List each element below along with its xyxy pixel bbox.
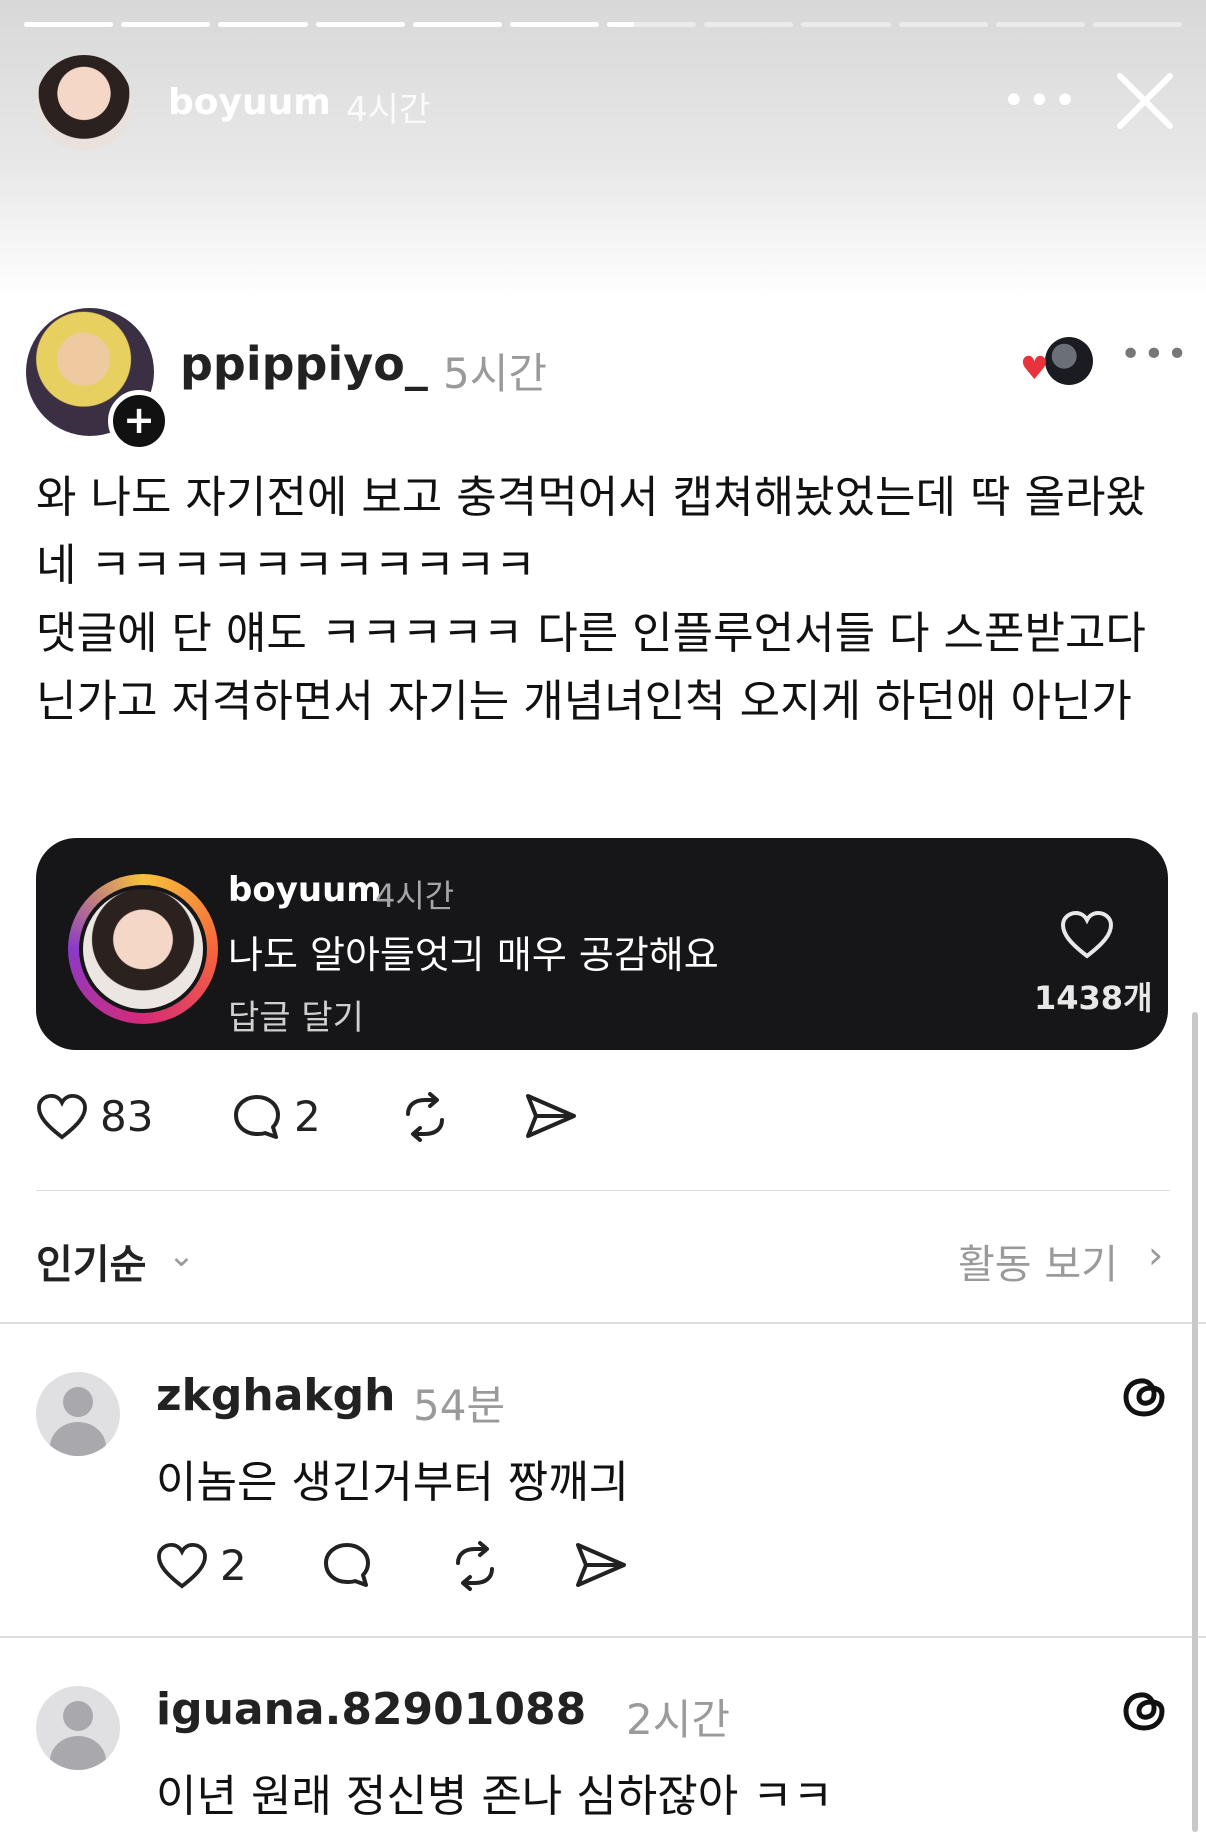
chevron-down-icon[interactable]: ⌄: [168, 1236, 195, 1274]
scrollbar[interactable]: [1192, 1012, 1198, 1832]
comment-username[interactable]: iguana.82901088: [156, 1684, 586, 1735]
story-progress-segment: [412, 22, 502, 27]
comment-time: 2시간: [626, 1695, 731, 1744]
story-progress-segment: [607, 22, 697, 27]
story-username[interactable]: boyuum: [168, 82, 331, 123]
comment-count: 2: [294, 1092, 321, 1141]
heart-icon: [157, 1542, 207, 1589]
like-button[interactable]: 83: [36, 1092, 153, 1141]
thread-author-username[interactable]: ppippiyo_: [180, 337, 428, 391]
heart-icon: [37, 1093, 87, 1140]
story-progress-segment: [1092, 22, 1183, 27]
story-progress-fill: [412, 22, 502, 27]
like-count: 2: [220, 1541, 247, 1590]
repost-icon: [456, 1541, 494, 1591]
story-avatar[interactable]: [36, 55, 132, 151]
quoted-username[interactable]: boyuum: [228, 870, 382, 910]
send-icon: [526, 1094, 576, 1138]
share-button[interactable]: [524, 1092, 578, 1140]
reply-button[interactable]: 답글 달기: [228, 990, 364, 1039]
comment-time: 54분: [413, 1381, 506, 1430]
story-progress-fill: [509, 22, 600, 27]
story-progress-bar: [24, 22, 1183, 28]
story-progress-fill: [607, 22, 634, 27]
comment-avatar[interactable]: [36, 1372, 120, 1456]
story-progress-segment: [801, 22, 891, 27]
story-progress-segment: [995, 22, 1085, 27]
heart-icon[interactable]: [1060, 910, 1114, 960]
liked-heart-icon: ♥: [1020, 349, 1049, 387]
share-button[interactable]: [574, 1541, 628, 1589]
thread-time: 5시간: [443, 349, 548, 398]
repost-icon: [406, 1092, 444, 1142]
thread-more-options-icon[interactable]: •••: [1120, 334, 1190, 375]
story-progress-segment: [898, 22, 988, 27]
quoted-time: 4시간: [375, 877, 455, 915]
view-activity-link[interactable]: 활동 보기: [958, 1232, 1118, 1290]
chevron-right-icon[interactable]: ›: [1148, 1233, 1163, 1277]
more-options-icon[interactable]: •••: [1002, 78, 1079, 124]
like-count: 83: [100, 1092, 154, 1141]
follow-plus-icon[interactable]: +: [108, 390, 170, 452]
thread-body-paragraph: 와 나도 자기전에 보고 충격먹어서 캡쳐해놨었는데 딱 올라왔네 ㅋㅋㅋㅋㅋㅋ…: [36, 472, 1146, 591]
story-progress-fill: [218, 22, 308, 27]
threads-logo-icon[interactable]: [1118, 1370, 1170, 1422]
comment-icon: [234, 1094, 280, 1139]
divider: [0, 1636, 1206, 1638]
send-icon: [576, 1543, 626, 1587]
comment-button[interactable]: [322, 1541, 372, 1589]
quoted-text: 나도 알아들엇긔 매우 공감해요: [228, 933, 719, 977]
quoted-like-count: 1438개: [1034, 979, 1153, 1017]
story-progress-segment: [509, 22, 600, 27]
threads-logo-icon[interactable]: [1118, 1684, 1170, 1736]
story-progress-segment: [24, 22, 114, 27]
story-header: [0, 0, 1206, 300]
sort-dropdown[interactable]: 인기순: [36, 1232, 146, 1290]
close-icon[interactable]: [1110, 66, 1180, 136]
story-progress-fill: [24, 22, 114, 27]
repost-button[interactable]: [398, 1092, 452, 1142]
story-time: 4시간: [346, 90, 431, 130]
story-progress-segment: [218, 22, 308, 27]
comment-button[interactable]: 2: [232, 1092, 321, 1141]
divider: [0, 1322, 1206, 1324]
liker-avatar[interactable]: [1045, 337, 1093, 385]
comment-avatar[interactable]: [36, 1686, 120, 1770]
comment-text: 이년 원래 정신병 존나 심하잖아 ㅋㅋ: [156, 1771, 834, 1822]
story-progress-fill: [121, 22, 211, 27]
like-button[interactable]: 2: [156, 1541, 247, 1590]
thread-body-paragraph: 댓글에 단 얘도 ㅋㅋㅋㅋㅋ 다른 인플루언서들 다 스폰받고다닌가고 저격하면…: [36, 608, 1146, 727]
story-progress-segment: [315, 22, 405, 27]
comment-username[interactable]: zkghakgh: [156, 1370, 395, 1421]
divider: [36, 1190, 1170, 1191]
comment-icon: [324, 1543, 370, 1587]
story-progress-segment: [121, 22, 211, 27]
story-progress-segment: [704, 22, 794, 27]
quoted-avatar[interactable]: [79, 885, 207, 1013]
story-progress-fill: [315, 22, 405, 27]
repost-button[interactable]: [448, 1541, 502, 1591]
thread-body: 와 나도 자기전에 보고 충격먹어서 캡쳐해놨었는데 딱 올라왔네 ㅋㅋㅋㅋㅋㅋ…: [36, 464, 1186, 736]
comment-text: 이놈은 생긴거부터 짱깨긔: [156, 1457, 630, 1508]
